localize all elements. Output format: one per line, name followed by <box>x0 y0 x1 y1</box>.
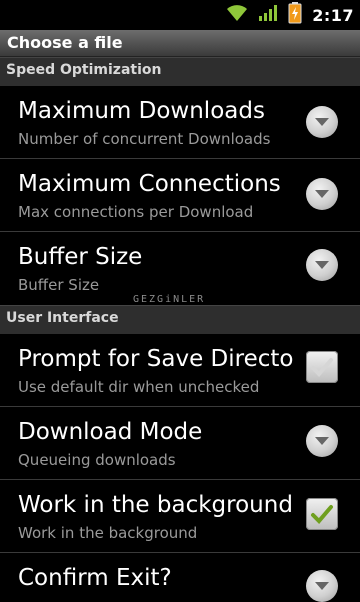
pref-confirm-exit[interactable]: Confirm Exit? <box>0 553 360 602</box>
pref-title: Maximum Connections <box>18 171 281 197</box>
pref-summary: Queueing downloads <box>18 451 176 469</box>
pref-title: Work in the background <box>18 492 293 518</box>
dropdown-arrow-icon[interactable] <box>306 570 338 602</box>
pref-title: Confirm Exit? <box>18 565 172 591</box>
pref-summary: Buffer Size <box>18 276 100 294</box>
section-label: Speed Optimization <box>6 62 162 78</box>
status-bar: 2:17 <box>0 0 360 30</box>
pref-title: Buffer Size <box>18 244 143 270</box>
dropdown-arrow-icon[interactable] <box>306 178 338 210</box>
pref-summary: Max connections per Download <box>18 203 254 221</box>
clock: 2:17 <box>312 5 354 25</box>
pref-maximum-connections[interactable]: Maximum Connections Max connections per … <box>0 159 360 231</box>
watermark: GEZGiNLER <box>133 294 206 305</box>
pref-prompt-save-directory[interactable]: Prompt for Save Directory Use default di… <box>0 334 360 406</box>
signal-icon <box>258 4 278 26</box>
section-header-speed-optimization: Speed Optimization <box>0 57 360 86</box>
pref-maximum-downloads[interactable]: Maximum Downloads Number of concurrent D… <box>0 86 360 158</box>
pref-download-mode[interactable]: Download Mode Queueing downloads <box>0 407 360 479</box>
pref-title: Prompt for Save Directory <box>18 346 294 372</box>
pref-title: Maximum Downloads <box>18 98 265 124</box>
pref-summary: Number of concurrent Downloads <box>18 130 271 148</box>
dropdown-arrow-icon[interactable] <box>306 249 338 281</box>
pref-work-in-background[interactable]: Work in the background Work in the backg… <box>0 480 360 552</box>
battery-charging-icon <box>288 2 302 28</box>
pref-title: Download Mode <box>18 419 203 445</box>
dropdown-arrow-icon[interactable] <box>306 425 338 457</box>
section-header-user-interface: User Interface <box>0 305 360 334</box>
window-title: Choose a file <box>7 33 123 52</box>
checkbox-checked[interactable] <box>306 498 338 530</box>
dropdown-arrow-icon[interactable] <box>306 106 338 138</box>
title-bar: Choose a file <box>0 30 360 57</box>
wifi-icon <box>226 4 248 26</box>
section-label: User Interface <box>6 310 119 326</box>
checkbox-unchecked[interactable] <box>306 351 338 383</box>
status-icons: 2:17 <box>226 0 354 30</box>
pref-summary: Work in the background <box>18 524 198 542</box>
pref-summary: Use default dir when unchecked <box>18 378 260 396</box>
